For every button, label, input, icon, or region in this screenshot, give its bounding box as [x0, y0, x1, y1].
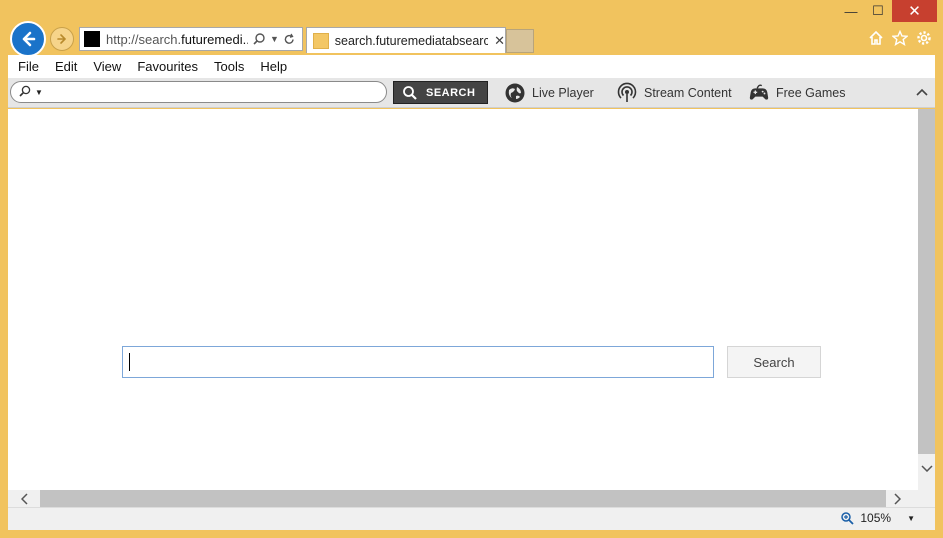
globe-icon: [504, 82, 526, 104]
tab-active[interactable]: search.futuremediatabsearc... ✕: [306, 27, 506, 53]
tab-favicon: [313, 32, 329, 49]
back-button[interactable]: [10, 21, 46, 57]
toolbar-link-free-games[interactable]: Free Games: [748, 82, 845, 104]
gamepad-icon: [748, 82, 770, 104]
toolbar-link-live-player[interactable]: Live Player: [504, 82, 594, 104]
status-bar: 105% ▼: [8, 507, 935, 530]
toolbar-search-label: SEARCH: [426, 86, 476, 99]
toolbar-link-label: Live Player: [532, 86, 594, 100]
minimize-button[interactable]: —: [838, 0, 864, 22]
home-icon[interactable]: [867, 29, 885, 47]
horizontal-scroll-thumb[interactable]: [40, 490, 886, 507]
broadcast-icon: [616, 82, 638, 104]
extension-toolbar: ▼ SEARCH Live Player Stream Content Free…: [8, 78, 935, 108]
vertical-scroll-thumb[interactable]: [918, 109, 935, 454]
toolbar-link-label: Stream Content: [644, 86, 732, 100]
dropdown-caret-icon[interactable]: ▼: [270, 34, 279, 44]
chevron-left-icon[interactable]: [14, 490, 36, 507]
search-icon[interactable]: [252, 32, 266, 46]
gear-icon[interactable]: [915, 29, 933, 47]
zoom-icon: [841, 512, 855, 525]
toolbar-link-label: Free Games: [776, 86, 846, 100]
url-text: http://search.futuremedi...: [106, 32, 248, 47]
main-search-input[interactable]: [122, 346, 714, 378]
url-domain: futuremedi...: [181, 31, 248, 47]
tab-close-button[interactable]: ✕: [494, 33, 505, 49]
new-tab-button[interactable]: [506, 29, 534, 53]
forward-button[interactable]: [50, 27, 74, 51]
menu-file[interactable]: File: [18, 59, 39, 74]
zoom-control[interactable]: 105% ▼: [840, 511, 915, 525]
search-icon: [403, 85, 417, 100]
vertical-scrollbar[interactable]: [918, 109, 935, 490]
chevron-down-icon[interactable]: [918, 459, 935, 477]
menu-help[interactable]: Help: [260, 59, 287, 74]
dropdown-caret-icon[interactable]: ▼: [907, 514, 915, 523]
menu-favourites[interactable]: Favourites: [137, 59, 198, 74]
dropdown-caret-icon[interactable]: ▼: [35, 88, 43, 97]
maximize-button[interactable]: ☐: [864, 0, 892, 22]
tab-title: search.futuremediatabsearc...: [334, 33, 489, 48]
chevron-up-icon[interactable]: [915, 84, 929, 100]
menu-bar: File Edit View Favourites Tools Help: [8, 55, 935, 78]
close-window-button[interactable]: ✕: [892, 0, 937, 22]
favorites-star-icon[interactable]: [891, 29, 909, 47]
toolbar-link-stream-content[interactable]: Stream Content: [616, 82, 732, 104]
arrow-left-icon: [22, 31, 36, 47]
toolbar-search-input[interactable]: ▼: [10, 81, 387, 103]
refresh-icon[interactable]: [283, 33, 296, 46]
page-content: Search: [8, 109, 918, 490]
menu-edit[interactable]: Edit: [55, 59, 77, 74]
menu-view[interactable]: View: [93, 59, 121, 74]
menu-tools[interactable]: Tools: [214, 59, 244, 74]
site-favicon: [84, 31, 100, 47]
horizontal-scrollbar[interactable]: [8, 490, 918, 507]
zoom-level: 105%: [860, 511, 892, 525]
scrollbar-corner: [918, 490, 935, 507]
search-icon: [19, 85, 31, 97]
toolbar-search-button[interactable]: SEARCH: [393, 81, 488, 104]
text-caret: [129, 353, 130, 371]
url-prefix: http://search.: [106, 31, 182, 47]
main-search-button[interactable]: Search: [727, 346, 821, 378]
chevron-right-icon[interactable]: [886, 490, 908, 507]
arrow-right-icon: [57, 34, 67, 44]
address-bar[interactable]: http://search.futuremedi... ▼: [79, 27, 303, 51]
